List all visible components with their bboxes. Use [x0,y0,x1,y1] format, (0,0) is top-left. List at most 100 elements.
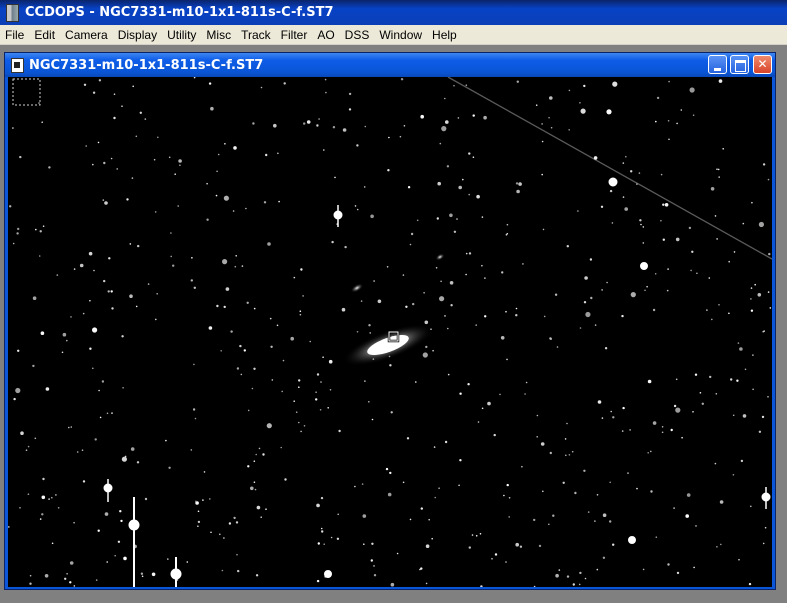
star [508,516,511,518]
star [227,197,230,200]
close-button[interactable]: ✕ [753,55,772,74]
document-icon[interactable] [11,57,24,73]
star [120,519,123,523]
star [472,114,475,117]
star [425,582,428,585]
star [17,227,20,231]
star [41,513,44,516]
star [34,437,37,440]
star [423,292,425,294]
star [157,136,159,139]
app-icon[interactable] [6,3,19,22]
star [536,436,538,438]
star [715,393,718,395]
menu-file[interactable]: File [0,28,29,42]
star [538,544,542,548]
menu-filter[interactable]: Filter [276,28,313,42]
menu-camera[interactable]: Camera [60,28,113,42]
star [630,170,633,173]
star [515,314,518,317]
menu-track[interactable]: Track [236,28,276,42]
star [341,307,346,312]
star [273,123,277,128]
star [331,240,334,244]
star [565,454,567,457]
star [555,573,559,578]
star [416,219,419,222]
star [690,269,692,272]
star [190,279,193,282]
star [140,572,144,575]
star [323,149,325,151]
star [622,162,625,164]
star [609,189,613,193]
menu-display[interactable]: Display [113,28,162,42]
minimize-button[interactable] [708,55,727,74]
star [522,263,524,265]
star [101,380,105,383]
star [696,272,698,275]
star [587,511,590,513]
star [481,216,484,218]
star [499,393,501,396]
star [681,436,683,439]
maximize-button[interactable] [730,55,749,74]
star [409,518,412,521]
star [360,300,363,302]
star [722,148,724,150]
star [348,92,352,96]
star [139,111,142,114]
star [336,537,340,540]
menu-ao[interactable]: AO [312,28,339,42]
menu-window[interactable]: Window [374,28,427,42]
menu-help[interactable]: Help [427,28,462,42]
star [449,213,453,218]
star [390,582,395,587]
star [732,414,735,417]
image-viewport[interactable] [8,77,772,587]
menu-misc[interactable]: Misc [201,28,236,42]
star [597,400,602,404]
star [491,558,493,560]
star [82,480,86,483]
menu-utility[interactable]: Utility [162,28,201,42]
star [396,552,399,555]
star [39,518,42,520]
star [76,451,79,453]
star [445,120,449,124]
star [516,80,519,83]
star [744,368,747,371]
star [536,414,539,417]
star [165,439,167,442]
star [515,182,519,185]
image-window[interactable]: NGC7331-m10-1x1-811s-C-f.ST7 ✕ [4,52,776,590]
star-field-image[interactable] [8,77,772,587]
menu-dss[interactable]: DSS [340,28,375,42]
star [110,290,113,293]
star [654,273,657,275]
star [282,359,285,362]
star [475,535,478,537]
star [577,210,579,212]
star [742,414,747,418]
star [699,392,702,394]
menu-edit[interactable]: Edit [29,28,60,42]
star [508,497,511,499]
star [733,251,736,253]
image-window-titlebar[interactable]: NGC7331-m10-1x1-811s-C-f.ST7 ✕ [5,53,775,77]
app-titlebar[interactable]: CCDOPS - NGC7331-m10-1x1-811s-C-f.ST7 [0,0,787,25]
star [373,280,375,282]
star [751,201,753,204]
star [471,534,474,536]
star [103,161,106,165]
star [407,186,411,189]
star [316,373,320,376]
star [236,553,238,556]
star [652,421,657,425]
star [27,493,30,496]
star [604,347,608,350]
star [542,228,545,231]
star [234,265,237,268]
star [716,238,718,240]
star [13,397,16,401]
